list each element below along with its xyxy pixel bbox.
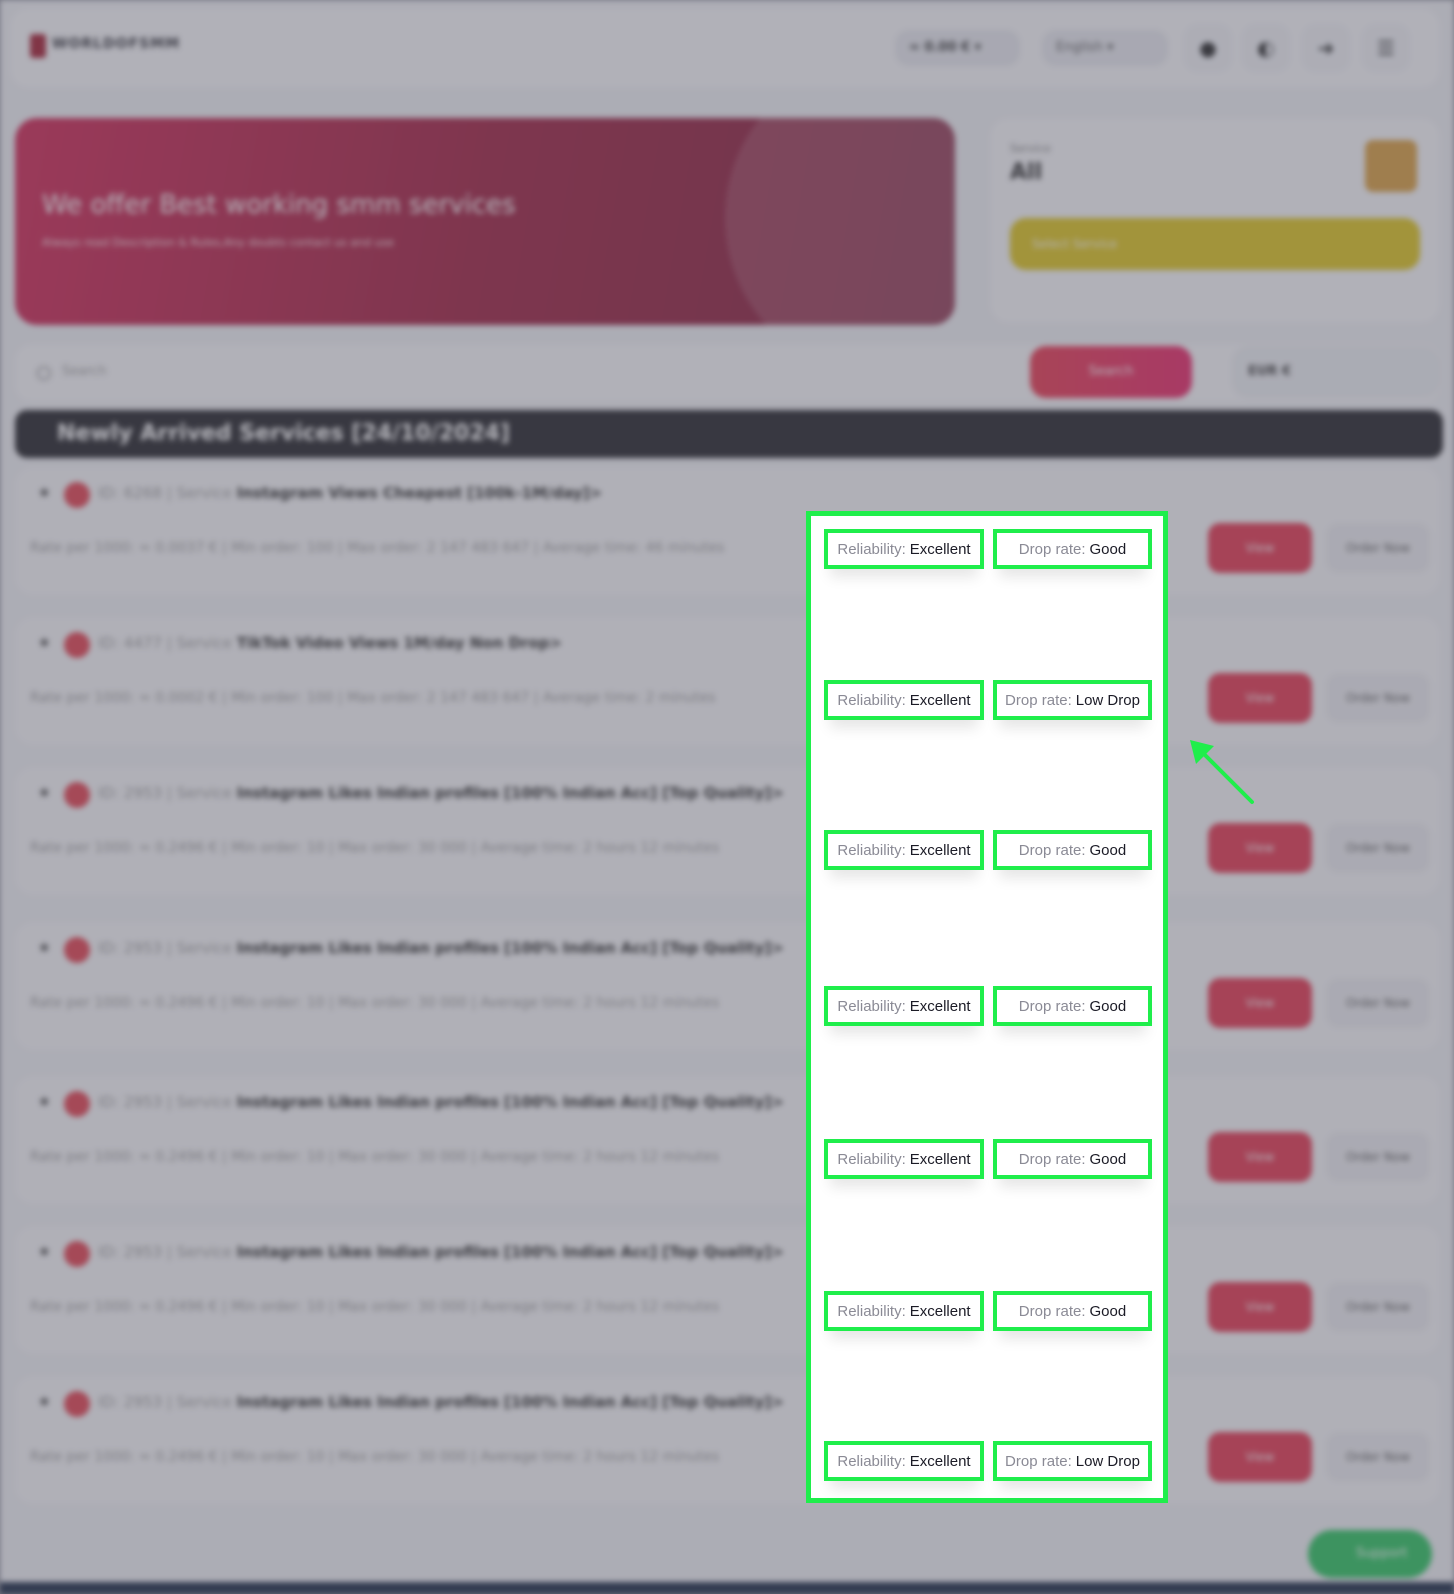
reliability-badge: Reliability: Excellent <box>824 830 984 870</box>
drop-rate-badge: Drop rate: Good <box>993 1291 1152 1331</box>
reliability-badge: Reliability: Excellent <box>824 1441 984 1481</box>
drop-rate-label: Drop rate: <box>1018 540 1086 558</box>
drop-rate-value: Good <box>1089 997 1127 1015</box>
drop-rate-value: Low Drop <box>1075 691 1140 709</box>
reliability-value: Excellent <box>909 841 971 859</box>
reliability-value: Excellent <box>909 540 971 558</box>
drop-rate-badge: Drop rate: Good <box>993 986 1152 1026</box>
reliability-value: Excellent <box>909 997 971 1015</box>
drop-rate-value: Low Drop <box>1075 1452 1140 1470</box>
reliability-badge: Reliability: Excellent <box>824 680 984 720</box>
reliability-badge: Reliability: Excellent <box>824 986 984 1026</box>
drop-rate-value: Good <box>1089 1302 1127 1320</box>
drop-rate-badge: Drop rate: Good <box>993 830 1152 870</box>
reliability-value: Excellent <box>909 1452 971 1470</box>
reliability-label: Reliability: <box>837 691 906 709</box>
drop-rate-label: Drop rate: <box>1018 1302 1086 1320</box>
reliability-label: Reliability: <box>837 540 906 558</box>
reliability-label: Reliability: <box>837 1302 906 1320</box>
drop-rate-label: Drop rate: <box>1018 841 1086 859</box>
drop-rate-badge: Drop rate: Good <box>993 529 1152 569</box>
drop-rate-badge: Drop rate: Good <box>993 1139 1152 1179</box>
reliability-label: Reliability: <box>837 841 906 859</box>
reliability-label: Reliability: <box>837 1452 906 1470</box>
drop-rate-label: Drop rate: <box>1005 1452 1072 1470</box>
drop-rate-badge: Drop rate: Low Drop <box>993 680 1152 720</box>
drop-rate-value: Good <box>1089 540 1127 558</box>
reliability-value: Excellent <box>909 1302 971 1320</box>
reliability-label: Reliability: <box>837 997 906 1015</box>
drop-rate-badge: Drop rate: Low Drop <box>993 1441 1152 1481</box>
drop-rate-value: Good <box>1089 1150 1127 1168</box>
drop-rate-label: Drop rate: <box>1018 997 1086 1015</box>
reliability-badge: Reliability: Excellent <box>824 1139 984 1179</box>
reliability-value: Excellent <box>909 691 971 709</box>
drop-rate-label: Drop rate: <box>1005 691 1072 709</box>
reliability-badge: Reliability: Excellent <box>824 1291 984 1331</box>
pointer-arrow-icon <box>1190 740 1254 804</box>
drop-rate-value: Good <box>1089 841 1127 859</box>
reliability-value: Excellent <box>909 1150 971 1168</box>
drop-rate-label: Drop rate: <box>1018 1150 1086 1168</box>
reliability-badge: Reliability: Excellent <box>824 529 984 569</box>
reliability-label: Reliability: <box>837 1150 906 1168</box>
